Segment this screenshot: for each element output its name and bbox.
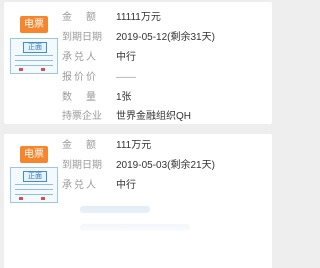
maturity-label: 到期日期 <box>62 32 102 43</box>
acceptor-value: 中行 <box>116 52 136 63</box>
quantity-value: 1张 <box>116 92 132 103</box>
scroll-fade-overlay <box>4 206 272 268</box>
bill-front-label: 正面 <box>23 42 47 53</box>
amount-label: 金额 <box>62 12 96 23</box>
quantity-label: 数量 <box>62 92 96 103</box>
bill-front-label: 正面 <box>23 171 47 182</box>
maturity-label: 到期日期 <box>62 160 102 171</box>
amount-label: 金额 <box>62 140 96 151</box>
bill-thumbnail-icon: 正面 <box>10 167 58 203</box>
holder-value: 世界金融组织QH <box>116 111 191 122</box>
price-label: 报价价 <box>62 72 96 83</box>
bill-listing-card[interactable]: 电票 正面 金额 11111万元 到期日期 2019-05-12(剩余31天) … <box>4 2 272 124</box>
e-bill-badge: 电票 <box>20 146 48 163</box>
maturity-value: 2019-05-03(剩余21天) <box>116 160 215 171</box>
bill-listing-card[interactable]: 电票 正面 金额 111万元 到期日期 2019-05-03(剩余21天) 承兑… <box>4 134 272 268</box>
holder-label: 持票企业 <box>62 111 102 122</box>
e-bill-badge: 电票 <box>20 16 48 33</box>
maturity-value: 2019-05-12(剩余31天) <box>116 32 215 43</box>
acceptor-label: 承兑人 <box>62 180 96 191</box>
bill-thumbnail-icon: 正面 <box>10 38 58 74</box>
acceptor-label: 承兑人 <box>62 52 96 63</box>
amount-value: 111万元 <box>116 140 152 151</box>
price-value: —— <box>116 72 136 83</box>
acceptor-value: 中行 <box>116 180 136 191</box>
amount-value: 11111万元 <box>116 12 161 23</box>
